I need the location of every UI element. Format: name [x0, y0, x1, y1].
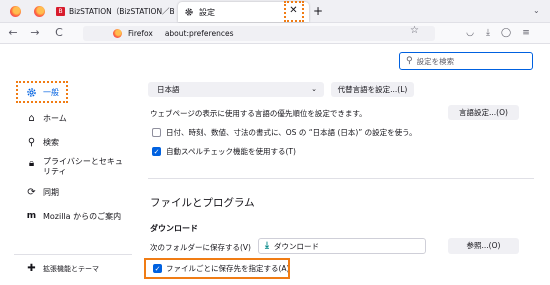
tab-label: 設定	[199, 7, 215, 17]
tab-firefox-1[interactable]	[6, 4, 24, 19]
firefox-icon	[9, 6, 21, 17]
gear-icon	[185, 8, 193, 16]
download-folder-field[interactable]: ⤓ ダウンロード	[258, 238, 426, 254]
section-divider	[148, 178, 534, 179]
sidebar-item-label: 拡張機能とテーマ	[43, 264, 99, 273]
chevron-down-icon: ⌄	[311, 85, 317, 93]
download-icon[interactable]: ⤓	[482, 27, 494, 39]
reload-button[interactable]: C	[52, 26, 66, 40]
sidebar-item-sync[interactable]: ⟳ 同期	[26, 187, 59, 198]
new-tab-button[interactable]: +	[313, 3, 323, 19]
firefox-icon	[113, 29, 122, 38]
chevron-down-icon[interactable]: ⌄	[533, 6, 540, 15]
spellcheck-label: 自動スペルチェック機能を使用する(T)	[166, 147, 296, 156]
search-icon: ⚲	[406, 56, 413, 66]
tab-bar: B BizSTATION（BizSTATION／Bi 設定 ✕ + ⌄	[0, 0, 550, 23]
sidebar-item-label: プライバシーとセキュリティ	[43, 157, 123, 176]
highlight-general	[16, 81, 68, 103]
search-icon: ⚲	[27, 137, 36, 148]
download-title: ダウンロード	[150, 224, 198, 233]
browse-button[interactable]: 参照...(O)	[448, 238, 519, 254]
language-selected: 日本語	[157, 85, 180, 94]
tab-label: BizSTATION（BizSTATION／Bi	[69, 7, 174, 16]
search-placeholder: 設定を検索	[416, 56, 455, 66]
pocket-icon[interactable]: ◡	[464, 27, 476, 39]
url-text: about:preferences	[164, 29, 234, 38]
sidebar-item-privacy[interactable]: 🔒︎ プライバシーとセキュリティ	[26, 157, 129, 177]
sidebar-item-mozilla[interactable]: m Mozilla からのご案内	[26, 211, 121, 222]
download-folder-name: ダウンロード	[273, 241, 319, 251]
lock-icon: 🔒︎	[28, 158, 35, 169]
highlight-ask-save	[144, 258, 290, 279]
settings-search-input[interactable]: ⚲ 設定を検索	[399, 52, 533, 70]
sidebar-item-label: 検索	[43, 137, 59, 147]
firefox-icon	[33, 6, 45, 17]
sidebar-item-home[interactable]: ⌂ ホーム	[26, 113, 67, 124]
sidebar-divider	[14, 254, 132, 255]
forward-button[interactable]: →	[28, 26, 42, 40]
nav-bar: ← → C Firefox about:preferences ☆ ◡ ⤓ ◯ …	[0, 23, 550, 44]
highlight-close-tab	[284, 1, 304, 22]
language-select[interactable]: 日本語 ⌄	[148, 82, 324, 97]
sidebar-item-label: 同期	[43, 187, 59, 197]
language-description: ウェブページの表示に使用する言語の優先順位を設定できます。	[150, 109, 367, 118]
os-format-label: 日付、時刻、数値、寸法の書式に、OS の “日本語 (日本)” の設定を使う。	[166, 128, 417, 137]
download-arrow-icon: ⤓	[265, 241, 269, 251]
save-to-label: 次のフォルダーに保存する(V)	[150, 243, 251, 252]
mozilla-icon: m	[26, 211, 37, 221]
spellcheck-checkbox[interactable]: ✓	[152, 147, 161, 156]
account-icon[interactable]: ◯	[500, 27, 512, 39]
sidebar-item-label: ホーム	[43, 113, 67, 123]
bizstation-icon: B	[56, 7, 65, 16]
sidebar-item-addons[interactable]: ✚ 拡張機能とテーマ	[26, 263, 99, 274]
sync-icon: ⟳	[27, 187, 36, 198]
sidebar-item-label: Mozilla からのご案内	[43, 211, 122, 221]
url-bar[interactable]: Firefox about:preferences	[83, 26, 435, 41]
os-format-checkbox[interactable]	[152, 128, 161, 137]
alt-language-button[interactable]: 代替言語を設定...(L)	[331, 82, 414, 97]
sidebar-item-search[interactable]: ⚲ 検索	[26, 137, 59, 148]
language-settings-button[interactable]: 言語設定...(O)	[448, 105, 519, 120]
url-brand: Firefox	[128, 29, 153, 38]
back-button[interactable]: ←	[6, 26, 20, 40]
home-icon: ⌂	[28, 113, 35, 124]
menu-icon[interactable]: ≡	[520, 27, 532, 39]
files-section-title: ファイルとプログラム	[150, 197, 255, 209]
tab-firefox-2[interactable]	[30, 4, 48, 19]
tab-bizstation[interactable]: B BizSTATION（BizSTATION／Bi	[54, 3, 174, 20]
bookmark-star-icon[interactable]: ☆	[410, 25, 419, 36]
puzzle-icon: ✚	[27, 263, 36, 274]
